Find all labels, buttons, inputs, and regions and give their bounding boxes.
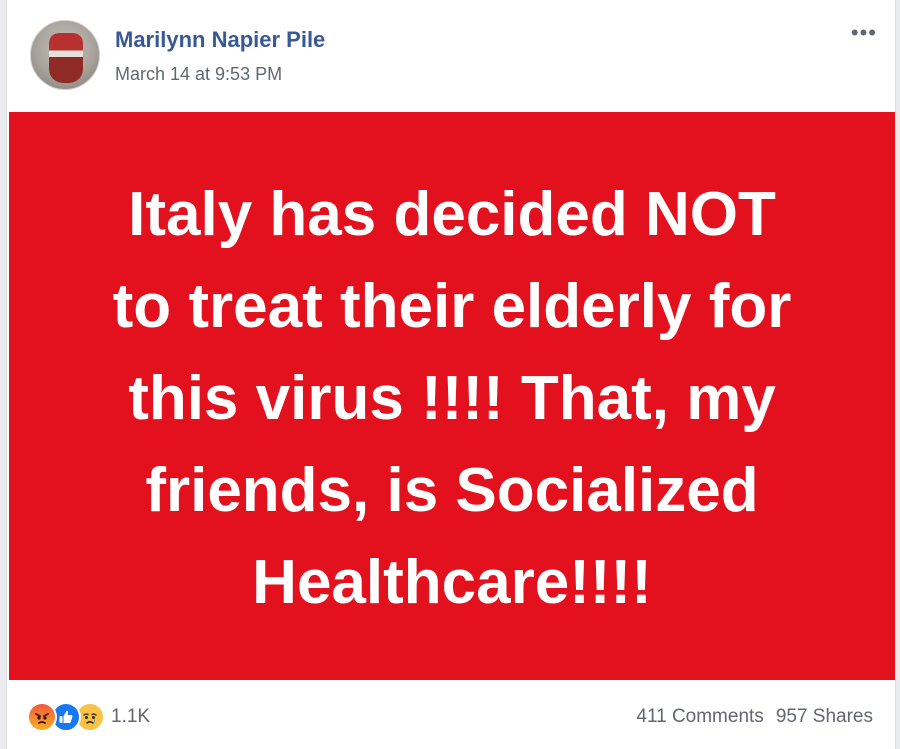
- post-header: Marilynn Napier Pile March 14 at 9:53 PM…: [7, 0, 895, 112]
- more-options-icon[interactable]: •••: [851, 22, 877, 44]
- engagement-stats: 411 Comments 957 Shares: [636, 706, 873, 728]
- author-name-link[interactable]: Marilynn Napier Pile: [115, 27, 325, 53]
- reactions-summary[interactable]: 1.1K: [27, 702, 150, 732]
- author-avatar[interactable]: [30, 20, 100, 90]
- post-footer: 1.1K 411 Comments 957 Shares: [7, 680, 895, 749]
- shares-count-link[interactable]: 957 Shares: [776, 706, 873, 727]
- post-card: Marilynn Napier Pile March 14 at 9:53 PM…: [6, 0, 896, 749]
- reaction-count[interactable]: 1.1K: [111, 706, 150, 728]
- post-timestamp[interactable]: March 14 at 9:53 PM: [115, 64, 282, 85]
- post-image[interactable]: Italy has decided NOT to treat their eld…: [9, 112, 895, 680]
- post-image-text: Italy has decided NOT to treat their eld…: [112, 180, 792, 617]
- comments-count-link[interactable]: 411 Comments: [636, 706, 763, 727]
- avatar-photo: [49, 33, 83, 83]
- angry-icon: [27, 702, 57, 732]
